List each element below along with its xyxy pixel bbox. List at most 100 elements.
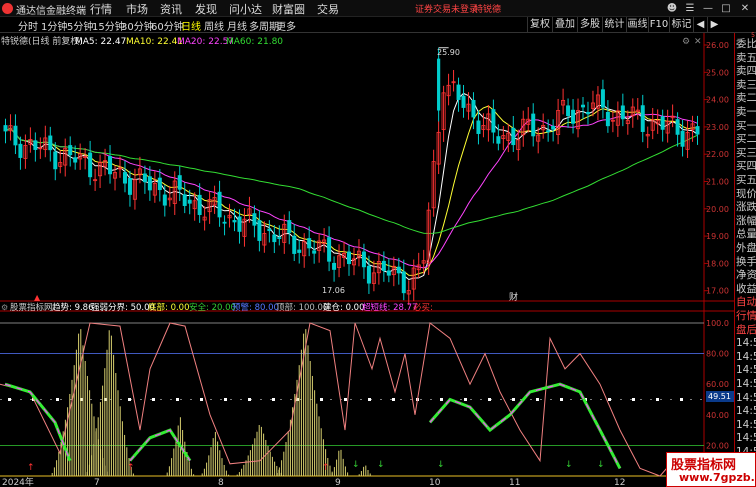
watermark-url: www.7gpzb.com xyxy=(679,471,756,484)
quote-panel-label: 卖二 xyxy=(736,92,756,105)
level-dot xyxy=(272,398,275,401)
user-icon[interactable]: ☻ xyxy=(664,1,680,16)
current-stock-tag[interactable]: 特锐德 xyxy=(474,2,501,15)
level-dot xyxy=(368,398,371,401)
time-label-7: 7 xyxy=(94,478,100,487)
stock-title: 特锐德(日线 前复权) xyxy=(1,35,83,47)
event-marker-red: ▲ xyxy=(34,293,41,302)
level-dot xyxy=(56,398,59,401)
quote-panel-label: 现价 xyxy=(736,187,756,200)
period-15min[interactable]: 15分钟 xyxy=(92,18,125,33)
period-monthly[interactable]: 月线 xyxy=(227,18,247,33)
period-timeshare[interactable]: 分时 xyxy=(18,18,38,33)
prev-icon[interactable]: ◀ xyxy=(693,17,707,32)
minimize-icon[interactable]: — xyxy=(700,1,716,16)
level-dot xyxy=(224,398,227,401)
quote-panel-label: 买一 xyxy=(736,119,756,132)
price-tick-label: 24.00 xyxy=(706,96,729,105)
sell-arrow-icon: ↓ xyxy=(437,460,445,470)
quote-panel-label: 14:5 xyxy=(736,350,756,363)
menu-icon[interactable]: ☰ xyxy=(682,1,698,16)
sell-arrow-icon: ↓ xyxy=(377,460,385,470)
mark-button[interactable]: 标记 xyxy=(669,17,693,32)
ind-value-safe: 安全: 20.00 xyxy=(189,302,236,313)
settings-icon[interactable]: ⚙ xyxy=(682,37,690,47)
quote-panel-label: 换手 xyxy=(736,255,756,268)
f10-button[interactable]: F10 xyxy=(648,17,669,32)
ma5-label: MA5: 22.47 xyxy=(75,37,126,47)
quote-panel-label: 买三 xyxy=(736,146,756,159)
stats-button[interactable]: 统计 xyxy=(602,17,626,32)
ind-value-bottom: 底部: 0.00 xyxy=(148,302,190,313)
multi-stock-button[interactable]: 多股 xyxy=(577,17,602,32)
quote-panel: 5 委比 卖五 卖四 卖三 卖二 卖一 买一 买二 买三 买四 买五 现价 涨跌 涨幅 总量 外盘 换手 净资 收益… xyxy=(734,32,756,487)
level-dot xyxy=(512,398,515,401)
indicator-tick-label: 80.00 xyxy=(706,350,729,359)
ind-value-warn: 预警: 80.00 xyxy=(232,302,279,313)
quote-panel-label: 委比 xyxy=(736,38,756,50)
adjust-button[interactable]: 复权 xyxy=(527,17,552,32)
ind-value-top: 顶部: 100.00 xyxy=(276,302,328,313)
menu-item-wealth[interactable]: 财富圈 xyxy=(272,1,305,17)
close-icon[interactable]: ✕ xyxy=(737,1,753,16)
level-dot xyxy=(656,398,659,401)
event-marker: 财 xyxy=(509,291,518,303)
close-chart-icon[interactable]: ✕ xyxy=(694,37,702,47)
price-tick-label: 22.00 xyxy=(706,150,729,159)
ma60-label: MA60: 21.80 xyxy=(226,37,283,47)
ind-value-build: 建仓: 0.00 xyxy=(323,302,365,313)
period-5min[interactable]: 5分钟 xyxy=(67,18,93,33)
price-tick-label: 21.00 xyxy=(706,178,729,187)
level-dot xyxy=(128,398,131,401)
period-daily[interactable]: 日线 xyxy=(181,18,201,33)
period-1min[interactable]: 1分钟 xyxy=(41,18,67,33)
quote-panel-label: 14:5 xyxy=(736,432,756,445)
price-tick-label: 20.00 xyxy=(706,205,729,214)
quote-panel-label: 14:5 xyxy=(736,391,756,404)
menu-item-trade[interactable]: 交易 xyxy=(317,1,339,17)
time-label-year: 2024年 xyxy=(2,476,34,487)
quote-panel-label: 净资 xyxy=(736,269,756,282)
level-dot xyxy=(200,398,203,401)
indicator-tick-label: 20.00 xyxy=(706,441,729,450)
time-label-9: 9 xyxy=(335,478,341,487)
ind-value-buy: 必买: xyxy=(413,302,433,313)
menu-item-discover[interactable]: 发现 xyxy=(195,1,217,17)
period-more[interactable]: 更多 xyxy=(276,18,296,33)
quote-panel-label: 14:5 xyxy=(736,405,756,418)
period-weekly[interactable]: 周线 xyxy=(204,18,224,33)
buy-arrow-icon: ↑ xyxy=(127,463,135,473)
period-60min[interactable]: 60分钟 xyxy=(151,18,184,33)
level-dot xyxy=(608,398,611,401)
indicator-name: 股票指标网 xyxy=(10,302,53,313)
current-value-label: 49.51 xyxy=(708,392,731,401)
chart-area[interactable]: 特锐德(日线 前复权) MA5: 22.47 MA10: 22.41 MA20:… xyxy=(0,33,734,487)
level-dot xyxy=(680,398,683,401)
time-label-10: 10 xyxy=(429,478,441,487)
level-dot xyxy=(392,398,395,401)
period-30min[interactable]: 30分钟 xyxy=(121,18,154,33)
quote-panel-label: 卖一 xyxy=(736,106,756,118)
buy-arrow-icon: ↑ xyxy=(27,463,35,473)
menu-item-market[interactable]: 市场 xyxy=(126,1,148,17)
quote-panel-label: 总量 xyxy=(736,228,756,241)
indicator-tick-label: 60.00 xyxy=(706,380,729,389)
maximize-icon[interactable]: □ xyxy=(718,1,734,16)
price-tick-label: 26.00 xyxy=(706,41,729,50)
level-dot xyxy=(320,398,323,401)
level-dot xyxy=(152,398,155,401)
overlay-button[interactable]: 叠加 xyxy=(552,17,577,32)
menu-item-quotes[interactable]: 行情 xyxy=(90,1,112,17)
quote-panel-label: 涨幅 xyxy=(736,214,756,227)
ind-value-divide: 强弱分界: 50.00 xyxy=(91,303,155,313)
menu-item-news[interactable]: 资讯 xyxy=(160,1,182,17)
level-dot xyxy=(536,398,539,401)
period-multi[interactable]: 多周期 xyxy=(249,18,279,33)
next-icon[interactable]: ▶ xyxy=(707,17,721,32)
draw-button[interactable]: 画线 xyxy=(626,17,648,32)
indicator-settings-icon[interactable]: ⚙ xyxy=(1,303,8,312)
quote-panel-label: 盘后 xyxy=(736,323,756,336)
menu-item-ask[interactable]: 问小达 xyxy=(229,1,262,17)
broker-login-status[interactable]: 证券交易未登录 xyxy=(415,2,478,15)
high-price-label: 25.90 xyxy=(437,48,460,57)
